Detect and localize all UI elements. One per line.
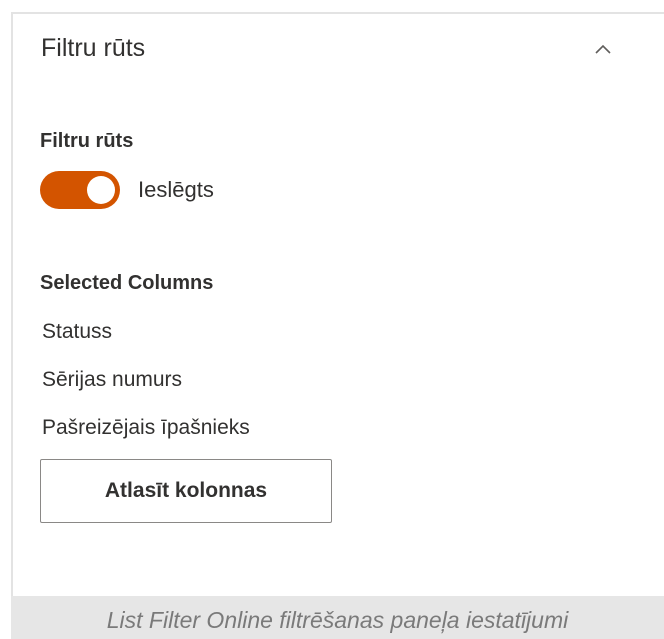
chevron-up-icon[interactable] [595, 44, 611, 58]
page: Filtru rūts Filtru rūts Ieslēgts Selecte… [0, 0, 664, 639]
select-columns-button[interactable]: Atlasīt kolonnas [40, 459, 332, 523]
selected-columns-label: Selected Columns [40, 272, 214, 294]
panel-title: Filtru rūts [41, 34, 146, 62]
image-caption: List Filter Online filtrēšanas paneļa ie… [11, 596, 664, 639]
toggle-state-label: Ieslēgts [138, 177, 214, 202]
selected-columns-list: Statuss Sērijas numurs Pašreizējais īpaš… [42, 319, 250, 463]
list-item: Pašreizējais īpašnieks [42, 416, 250, 439]
filter-pane-toggle[interactable] [40, 171, 120, 209]
filter-pane-toggle-row: Ieslēgts [40, 171, 214, 209]
list-item: Sērijas numurs [42, 368, 183, 391]
filter-pane-label: Filtru rūts [40, 130, 134, 152]
list-item: Statuss [42, 320, 113, 343]
toggle-knob [87, 176, 115, 204]
